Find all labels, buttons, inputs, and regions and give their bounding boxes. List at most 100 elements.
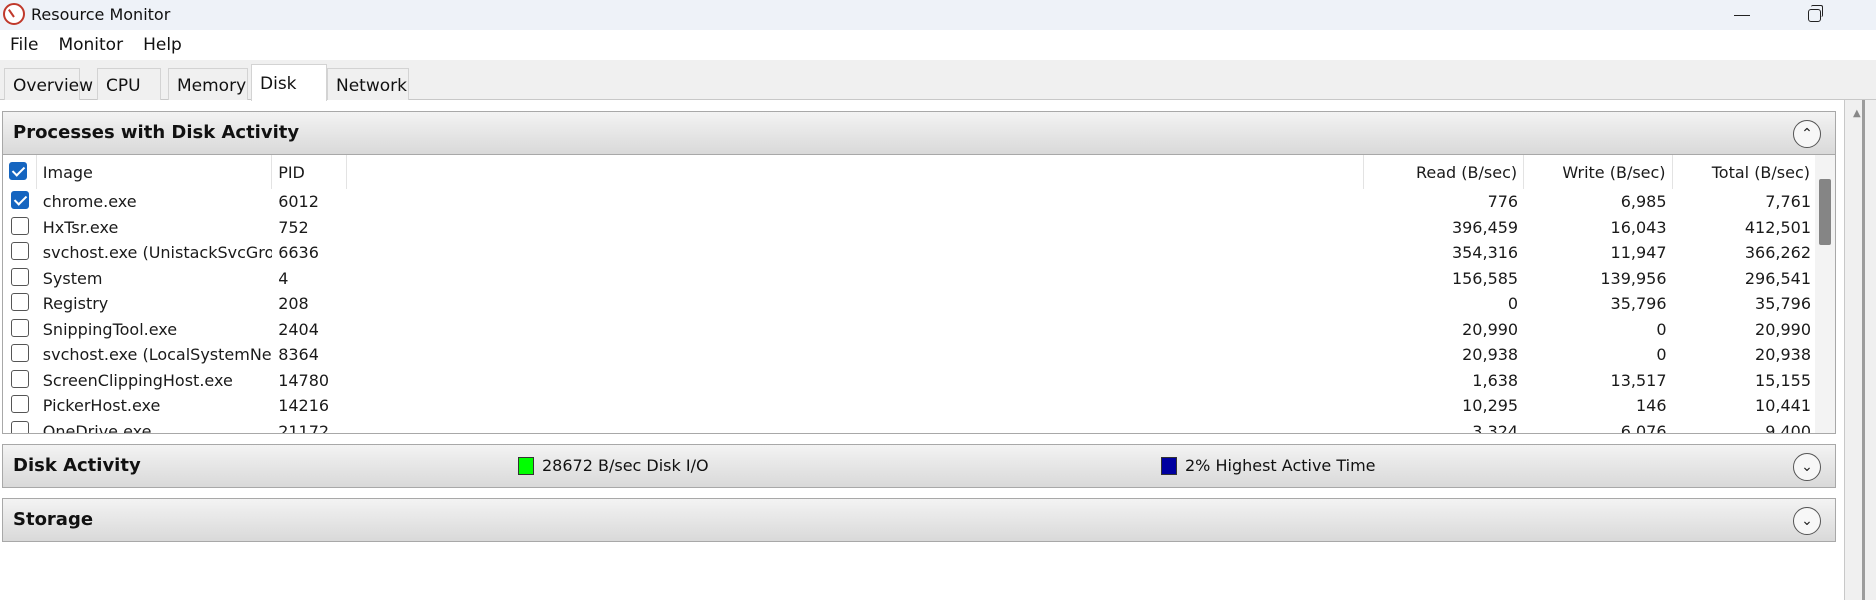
process-read: 1,638 <box>1472 370 1519 390</box>
restore-icon <box>1807 4 1823 22</box>
title-bar: Resource Monitor <box>0 0 1876 30</box>
table-row[interactable]: PickerHost.exe 14216 10,295 146 10,441 <box>3 393 1817 418</box>
row-checkbox[interactable] <box>11 420 29 433</box>
process-read: 0 <box>1507 294 1519 313</box>
column-spacer <box>347 155 1364 189</box>
process-total: 412,501 <box>1744 217 1811 237</box>
row-checkbox-cell <box>3 342 37 367</box>
disk-activity-title: Disk Activity <box>13 455 141 476</box>
row-checkbox-cell <box>3 189 37 214</box>
column-pid[interactable]: PID <box>272 155 348 189</box>
processes-table: Image PID Read (B/sec) Write (B/sec) Tot… <box>2 155 1836 434</box>
process-total: 10,441 <box>1755 396 1811 415</box>
process-pid: 752 <box>278 217 309 237</box>
row-checkbox[interactable] <box>11 369 29 388</box>
row-spacer <box>347 266 1363 291</box>
select-all-checkbox-cell <box>3 155 37 189</box>
process-write: 16,043 <box>1610 217 1667 237</box>
process-image: svchost.exe (LocalSystemNetwo... <box>42 345 272 364</box>
tab-memory[interactable]: Memory <box>168 68 248 100</box>
process-total: 7,761 <box>1765 192 1811 211</box>
process-write: 35,796 <box>1610 294 1667 313</box>
process-read: 776 <box>1487 192 1519 211</box>
column-total[interactable]: Total (B/sec) <box>1673 155 1818 189</box>
process-pid: 14216 <box>278 396 330 415</box>
process-total: 35,796 <box>1755 294 1811 313</box>
table-row[interactable]: OneDrive.exe 21172 3,324 6,076 9,400 <box>3 419 1817 434</box>
processes-section-title: Processes with Disk Activity <box>13 122 300 143</box>
tab-disk[interactable]: Disk <box>251 64 327 101</box>
expand-disk-activity-button[interactable]: ⌄ <box>1793 453 1821 481</box>
table-row[interactable]: HxTsr.exe 752 396,459 16,043 412,501 <box>3 215 1817 240</box>
disk-activity-section-header[interactable]: Disk Activity 28672 B/sec Disk I/O 2% Hi… <box>2 444 1836 488</box>
right-panel-edge <box>1862 100 1865 600</box>
table-row[interactable]: svchost.exe (LocalSystemNetwo... 8364 20,9… <box>3 342 1817 367</box>
row-checkbox-cell <box>3 368 37 393</box>
table-row[interactable]: SnippingTool.exe 2404 20,990 0 20,990 <box>3 317 1817 342</box>
storage-title: Storage <box>13 509 94 530</box>
menu-help[interactable]: Help <box>143 35 182 55</box>
process-pid: 2404 <box>278 319 319 339</box>
process-image: System <box>42 268 103 288</box>
menu-bar: File Monitor Help <box>0 30 1876 60</box>
storage-section-header[interactable]: Storage ⌄ <box>2 498 1836 542</box>
row-checkbox[interactable] <box>11 293 29 311</box>
table-row[interactable]: chrome.exe 6012 776 6,985 7,761 <box>3 189 1817 214</box>
window-scrollbar[interactable]: ▲ <box>1844 100 1876 600</box>
tab-network[interactable]: Network <box>327 68 409 100</box>
disk-io-label: 28672 B/sec Disk I/O <box>542 456 709 475</box>
row-checkbox[interactable] <box>11 344 29 362</box>
row-spacer <box>347 317 1363 342</box>
table-row[interactable]: Registry 208 0 35,796 35,796 <box>3 291 1817 316</box>
disk-io-legend: 28672 B/sec Disk I/O <box>518 456 709 475</box>
row-checkbox-cell <box>3 419 37 433</box>
row-spacer <box>347 240 1363 265</box>
chevron-up-icon: ⌃ <box>1801 126 1813 142</box>
process-image: chrome.exe <box>42 192 137 211</box>
column-read[interactable]: Read (B/sec) <box>1364 155 1525 189</box>
menu-file[interactable]: File <box>10 35 38 55</box>
row-spacer <box>347 393 1363 418</box>
select-all-checkbox[interactable] <box>9 162 27 180</box>
row-checkbox-cell <box>3 317 37 342</box>
resource-monitor-icon <box>3 3 25 25</box>
expand-storage-button[interactable]: ⌄ <box>1793 507 1821 535</box>
process-pid: 208 <box>278 294 309 313</box>
processes-section-header[interactable]: Processes with Disk Activity ⌃ <box>2 111 1836 155</box>
process-image: OneDrive.exe <box>42 421 152 434</box>
row-checkbox[interactable] <box>11 216 29 235</box>
process-read: 20,938 <box>1462 345 1519 364</box>
process-write: 146 <box>1635 396 1667 415</box>
row-checkbox[interactable] <box>11 242 29 260</box>
row-checkbox[interactable] <box>11 395 29 413</box>
row-spacer <box>347 342 1363 367</box>
processes-scrollbar[interactable] <box>1815 155 1835 433</box>
process-read: 156,585 <box>1451 268 1519 288</box>
column-image[interactable]: Image <box>37 155 273 189</box>
column-write[interactable]: Write (B/sec) <box>1524 155 1673 189</box>
table-row[interactable]: ScreenClippingHost.exe 14780 1,638 13,517 15… <box>3 368 1817 393</box>
scroll-up-arrow-icon[interactable]: ▲ <box>1853 108 1861 119</box>
process-total: 366,262 <box>1744 243 1811 262</box>
row-checkbox[interactable] <box>11 267 29 286</box>
process-read: 20,990 <box>1462 319 1519 339</box>
process-total: 15,155 <box>1755 370 1811 390</box>
process-pid: 14780 <box>278 370 330 390</box>
minimize-button[interactable] <box>1712 0 1772 30</box>
process-pid: 6636 <box>278 243 319 262</box>
process-image: svchost.exe (UnistackSvcGroup) <box>42 243 272 262</box>
process-write: 6,076 <box>1620 421 1667 434</box>
scrollbar-thumb[interactable] <box>1819 179 1831 245</box>
table-row[interactable]: svchost.exe (UnistackSvcGroup) 6636 354,31… <box>3 240 1817 265</box>
row-checkbox[interactable] <box>11 318 29 337</box>
collapse-processes-button[interactable]: ⌃ <box>1793 120 1821 148</box>
restore-button[interactable] <box>1784 0 1844 30</box>
chevron-down-icon: ⌄ <box>1801 459 1813 475</box>
table-row[interactable]: System 4 156,585 139,956 296,541 <box>3 266 1817 291</box>
menu-monitor[interactable]: Monitor <box>58 35 123 55</box>
tab-overview[interactable]: Overview <box>4 68 93 100</box>
active-time-swatch <box>1161 456 1177 475</box>
process-read: 3,324 <box>1472 421 1519 434</box>
tab-cpu[interactable]: CPU <box>97 68 161 100</box>
row-checkbox[interactable] <box>11 191 29 209</box>
